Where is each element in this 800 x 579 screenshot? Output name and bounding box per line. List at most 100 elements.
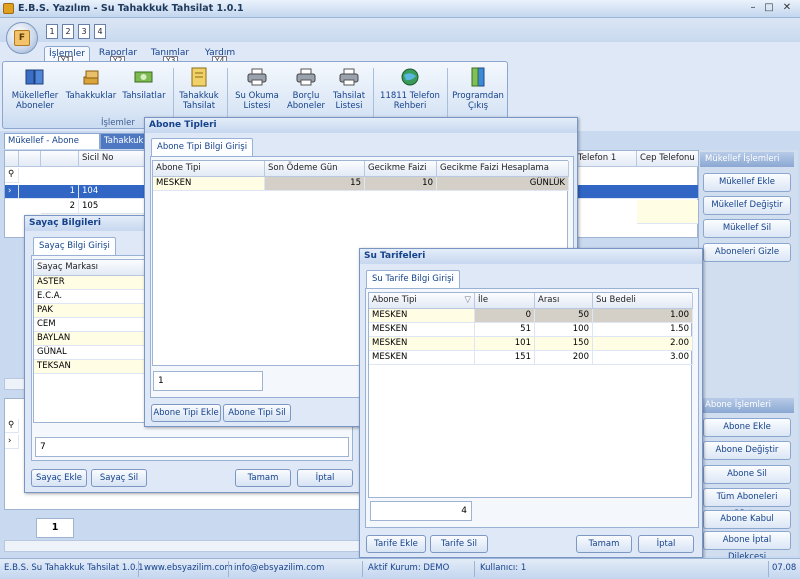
- son-odeme-gun-cell[interactable]: 15: [265, 177, 365, 191]
- sayac-iptal-button[interactable]: İptal: [297, 469, 353, 487]
- su-okuma-listesi-button[interactable]: Su Okuma Listesi: [231, 66, 283, 111]
- doc-tab-mukellef-abone-listesi[interactable]: Mükellef - Abone Listesi: [4, 133, 100, 160]
- col-cep-telefonu[interactable]: Cep Telefonu: [637, 151, 699, 167]
- aboneleri-gizle-button[interactable]: Aboneleri Gizle: [703, 243, 791, 262]
- col-ile[interactable]: İle: [475, 293, 535, 309]
- su-tarifeleri-window: Su Tarifeleri Su Tarife Bilgi Girişi Abo…: [359, 248, 703, 558]
- col-gecikme-faizi[interactable]: Gecikme Faizi %: [365, 161, 437, 188]
- abone-tipi-ekle-button[interactable]: Abone Tipi Ekle: [151, 404, 221, 422]
- sayac-ekle-button[interactable]: Sayaç Ekle: [31, 469, 87, 487]
- tahsilatlar-button[interactable]: Tahsilatlar: [119, 66, 169, 101]
- window-title: E.B.S. Yazılım - Su Tahakkuk Tahsilat 1.…: [18, 3, 244, 14]
- notebook-icon: [188, 66, 210, 88]
- book-icon: [24, 66, 46, 88]
- quick-access-toolbar: [0, 18, 800, 42]
- filter-icon[interactable]: ▽: [464, 293, 471, 308]
- ribbon-label: Programdan Çıkış: [452, 91, 504, 111]
- grid-header-cell: [19, 151, 41, 167]
- tab-su-tarife-bilgi-girisi[interactable]: Su Tarife Bilgi Girişi: [366, 270, 460, 288]
- tarife-bedel-cell[interactable]: 3.00: [593, 351, 693, 365]
- tarife-arasi-cell[interactable]: 50: [535, 309, 593, 323]
- filter-row-icon[interactable]: ⚲: [5, 419, 19, 433]
- tarife-arasi-cell[interactable]: 100: [535, 323, 593, 337]
- abone-iptal-dilekcesi-button[interactable]: Abone İptal Dilekçesi: [703, 531, 791, 562]
- telefon-rehberi-button[interactable]: 11811 Telefon Rehberi: [377, 66, 443, 111]
- sayac-row[interactable]: PAK: [34, 304, 152, 318]
- tarife-bedel-cell[interactable]: 1.00: [593, 309, 693, 323]
- col-su-bedeli[interactable]: Su Bedeli: [593, 293, 693, 309]
- mukellefler-aboneler-button[interactable]: Mükellefler Aboneler: [7, 66, 63, 111]
- sayac-tamam-button[interactable]: Tamam: [235, 469, 291, 487]
- ribbon-label: 11811 Telefon Rehberi: [380, 91, 440, 111]
- mukellef-ekle-button[interactable]: Mükellef Ekle: [703, 173, 791, 192]
- tahakkuk-tahsilat-button[interactable]: Tahakkuk Tahsilat: [177, 66, 221, 111]
- tarife-tamam-button[interactable]: Tamam: [576, 535, 632, 553]
- tarife-bedel-cell[interactable]: 2.00: [593, 337, 693, 351]
- abone-sil-button[interactable]: Abone Sil: [703, 465, 791, 484]
- status-time: 07.08: [772, 563, 797, 573]
- col-arasi[interactable]: Arası: [535, 293, 593, 309]
- qat-button-1[interactable]: 1: [46, 24, 58, 39]
- abone-tipi-cell[interactable]: MESKEN: [153, 177, 265, 191]
- filter-row-icon[interactable]: ⚲: [5, 168, 19, 183]
- tarife-tip-cell[interactable]: MESKEN: [369, 323, 475, 337]
- tum-aboneleri-goster-button[interactable]: Tüm Aboneleri Göster: [703, 488, 791, 519]
- col-telefon-1[interactable]: Telefon 1: [575, 151, 637, 167]
- pager-page-1[interactable]: 1: [36, 518, 74, 538]
- col-son-odeme-gun[interactable]: Son Ödeme Gün Sayısı: [265, 161, 365, 188]
- col-abone-tipi[interactable]: Abone Tipi ▽: [369, 293, 475, 309]
- mukellef-degistir-button[interactable]: Mükellef Değiştir: [703, 196, 791, 215]
- abone-tipi-count-field[interactable]: 1: [153, 371, 263, 391]
- tarife-ekle-button[interactable]: Tarife Ekle: [366, 535, 426, 553]
- maximize-icon[interactable]: □: [762, 2, 776, 13]
- qat-button-2[interactable]: 2: [62, 24, 74, 39]
- cep-telefonu-cell[interactable]: [637, 200, 699, 224]
- tarife-ile-cell[interactable]: 101: [475, 337, 535, 351]
- tarife-iptal-button[interactable]: İptal: [638, 535, 694, 553]
- tarife-ile-cell[interactable]: 151: [475, 351, 535, 365]
- tarife-arasi-cell[interactable]: 200: [535, 351, 593, 365]
- col-sayac-markasi[interactable]: Sayaç Markası: [34, 260, 152, 276]
- sayac-row[interactable]: ASTER: [34, 276, 152, 290]
- exit-door-icon: [467, 66, 489, 88]
- qat-button-3[interactable]: 3: [78, 24, 90, 39]
- application-menu-button[interactable]: F: [6, 22, 38, 54]
- borclu-aboneler-button[interactable]: Borçlu Aboneler: [285, 66, 327, 111]
- sayac-row[interactable]: CEM: [34, 318, 152, 332]
- tab-abone-tipi-bilgi-girisi[interactable]: Abone Tipi Bilgi Girişi: [151, 138, 254, 156]
- tab-sayac-bilgi-girisi[interactable]: Sayaç Bilgi Girişi: [33, 237, 116, 255]
- qat-button-4[interactable]: 4: [94, 24, 106, 39]
- abone-tipi-sil-button[interactable]: Abone Tipi Sil: [223, 404, 291, 422]
- sayac-row[interactable]: TEKSAN: [34, 360, 152, 374]
- sayac-row[interactable]: BAYLAN: [34, 332, 152, 346]
- sayac-row[interactable]: E.C.A.: [34, 290, 152, 304]
- programdan-cikis-button[interactable]: Programdan Çıkış: [451, 66, 505, 111]
- tarife-sil-button[interactable]: Tarife Sil: [430, 535, 488, 553]
- tarife-tip-cell[interactable]: MESKEN: [369, 337, 475, 351]
- tarife-ile-cell[interactable]: 51: [475, 323, 535, 337]
- abone-ekle-button[interactable]: Abone Ekle: [703, 418, 791, 437]
- tahakkuklar-button[interactable]: Tahakkuklar: [65, 66, 117, 101]
- tarife-tip-cell[interactable]: MESKEN: [369, 351, 475, 365]
- ribbon-label: Mükellefler Aboneler: [11, 91, 59, 111]
- tarife-bedel-cell[interactable]: 1.50: [593, 323, 693, 337]
- doc-tab-tahakkuk[interactable]: Tahakkuk L: [100, 133, 146, 160]
- gecikme-faizi-cell[interactable]: 10: [365, 177, 437, 191]
- abone-degistir-button[interactable]: Abone Değiştir: [703, 441, 791, 460]
- tarife-ile-cell[interactable]: 0: [475, 309, 535, 323]
- sayac-count-field[interactable]: 7: [35, 437, 349, 457]
- sayac-sil-button[interactable]: Sayaç Sil: [91, 469, 147, 487]
- sayac-row[interactable]: GÜNAL: [34, 346, 152, 360]
- grid-header-cell: [5, 151, 19, 167]
- close-icon[interactable]: ✕: [780, 2, 794, 13]
- gecikme-hesaplama-cell[interactable]: GÜNLÜK: [437, 177, 569, 191]
- tarife-arasi-cell[interactable]: 150: [535, 337, 593, 351]
- tarife-count-field[interactable]: 4: [370, 501, 472, 521]
- abone-kabul-dilekcesi-button[interactable]: Abone Kabul Dilekçesi: [703, 510, 791, 541]
- tahsilat-listesi-button[interactable]: Tahsilat Listesi: [329, 66, 369, 111]
- minimize-icon[interactable]: –: [746, 2, 760, 13]
- col-gecikme-hesaplama[interactable]: Gecikme Faizi Hesaplama: [437, 161, 569, 177]
- mukellef-sil-button[interactable]: Mükellef Sil: [703, 219, 791, 238]
- col-abone-tipi[interactable]: Abone Tipi: [153, 161, 265, 177]
- tarife-tip-cell[interactable]: MESKEN: [369, 309, 475, 323]
